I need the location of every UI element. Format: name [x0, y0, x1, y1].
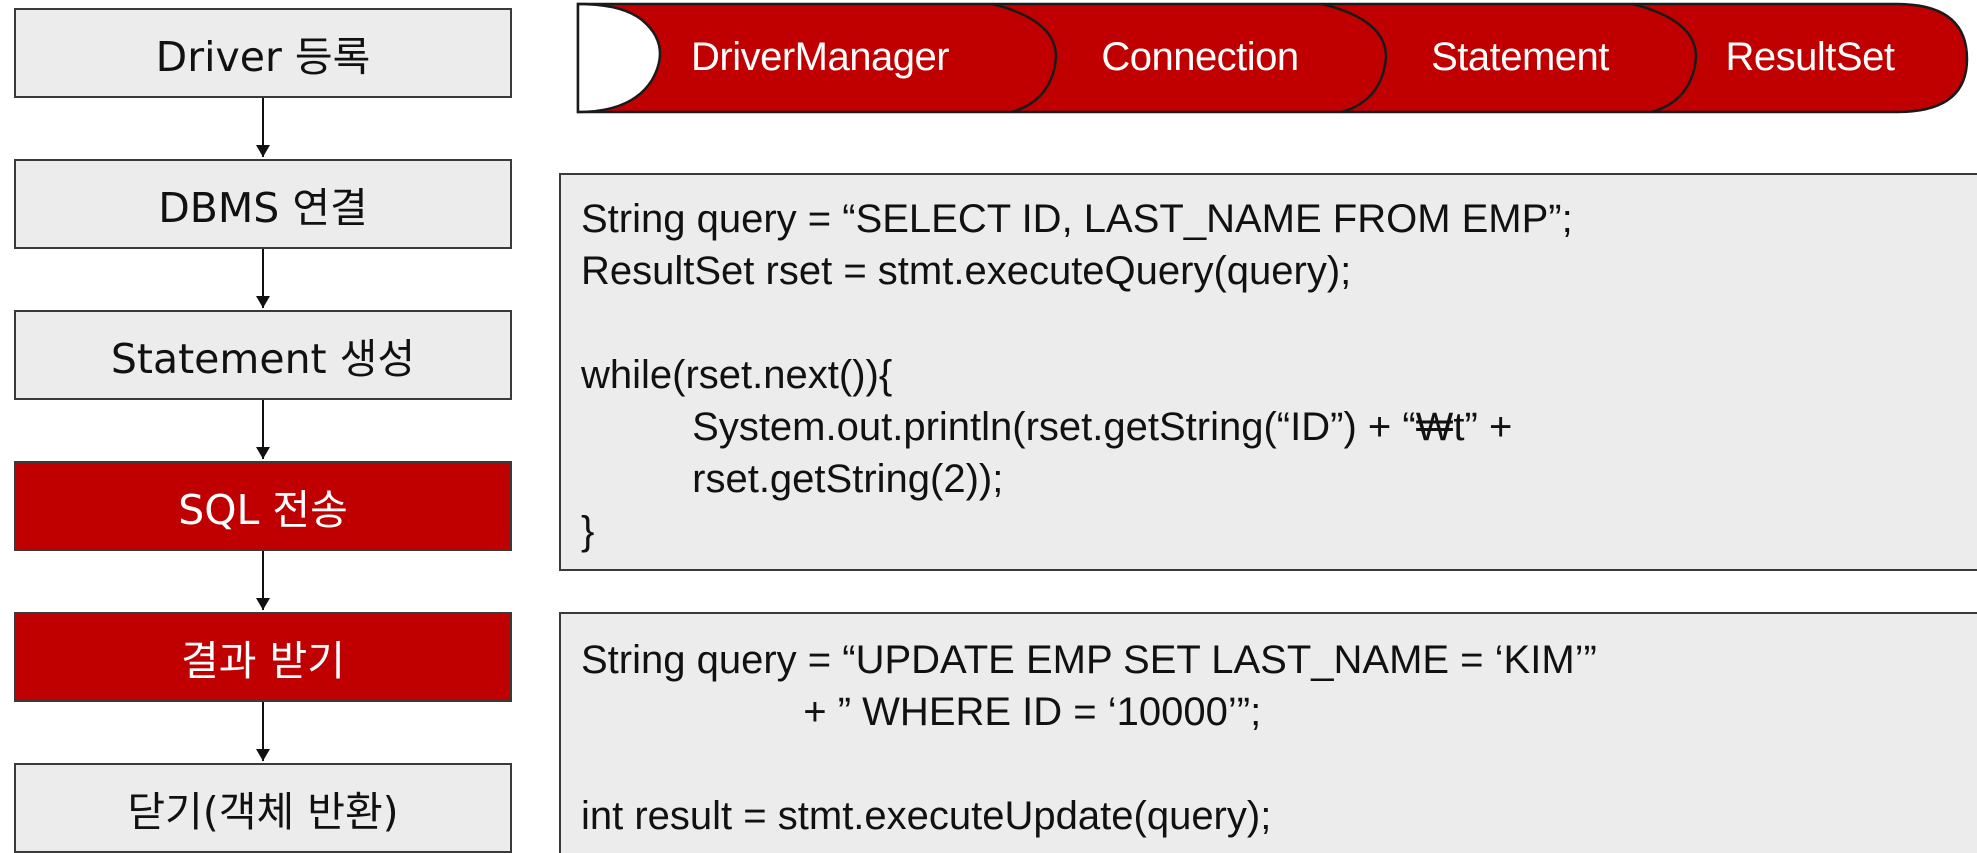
pipeline-label-resultset: ResultSet	[1725, 34, 1895, 79]
pipeline-label-statement: Statement	[1431, 34, 1609, 79]
pipeline-label-drivermanager: DriverManager	[690, 34, 950, 79]
arrow-down-icon	[256, 749, 270, 761]
arrow-down-icon	[256, 145, 270, 157]
code-line: int result = stmt.executeUpdate(query);	[581, 794, 1272, 838]
code-line: ResultSet rset = stmt.executeQuery(query…	[581, 249, 1352, 293]
pipeline-label-connection: Connection	[1101, 34, 1299, 79]
code-line: while(rset.next()){	[581, 353, 893, 397]
code-line: String query = “SELECT ID, LAST_NAME FRO…	[581, 197, 1573, 241]
code-line: String query = “UPDATE EMP SET LAST_NAME…	[581, 638, 1597, 682]
code-line: System.out.println(rset.getString(“ID”) …	[581, 405, 1513, 449]
code-line: }	[581, 509, 595, 553]
select-code-block: String query = “SELECT ID, LAST_NAME FRO…	[559, 173, 1977, 571]
arrow-down-icon	[256, 598, 270, 610]
code-line: rset.getString(2));	[581, 457, 1004, 501]
arrow-down-icon	[256, 447, 270, 459]
arrow-down-icon	[256, 296, 270, 308]
flow-connectors	[256, 98, 270, 761]
code-line: + ” WHERE ID = ‘10000’”;	[581, 690, 1262, 734]
update-code-block: String query = “UPDATE EMP SET LAST_NAME…	[559, 612, 1977, 853]
